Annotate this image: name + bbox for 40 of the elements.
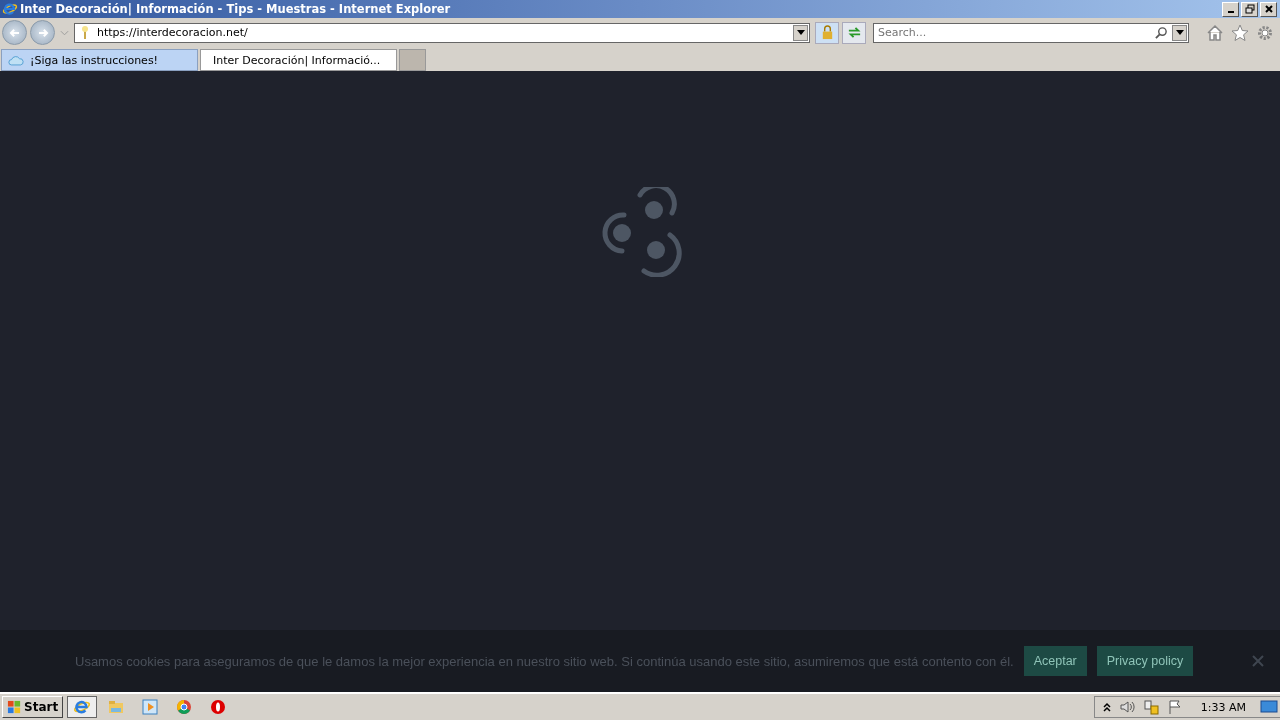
close-icon (1263, 4, 1274, 14)
policy-button[interactable]: Privacy policy (1096, 646, 1194, 676)
dropdown-button[interactable] (1172, 24, 1187, 41)
browser-logo-icon (2, 1, 18, 17)
cloud-icon (8, 53, 24, 67)
show-desktop-icon[interactable] (1260, 699, 1278, 715)
minimize-button[interactable] (1222, 1, 1239, 17)
windows-logo-icon (7, 699, 22, 715)
browser-taskbar-icon[interactable] (67, 696, 98, 718)
caret-icon (1175, 30, 1184, 35)
chevron-up-icon[interactable] (1102, 702, 1111, 712)
close-icon[interactable] (1252, 655, 1264, 667)
window-title: Inter Decoración| Información - Tips - Muestras - Internet Explorer (20, 2, 451, 16)
star-icon[interactable] (1231, 23, 1249, 42)
dropdown-button[interactable] (793, 24, 808, 41)
refresh-icon (846, 25, 862, 40)
search-icon[interactable] (1155, 26, 1168, 39)
browser-tab[interactable]: ¡Siga las instrucciones! (1, 49, 198, 71)
accept-button[interactable]: Aceptar (1023, 646, 1087, 676)
address-field[interactable]: https://interdecoracion.net/ (74, 22, 810, 43)
browser-tab[interactable]: Inter Decoración| Informació... (200, 49, 397, 71)
cookie-notice: Usamos cookies para aseguramos de que le damos la mejor experiencia en nuestro sitio web. Si continúa usando este sitio, asumiremos que está contento con él. (75, 653, 1014, 669)
minimize-icon (1227, 11, 1234, 13)
restore-button[interactable] (1241, 1, 1258, 17)
security-button[interactable] (815, 21, 839, 44)
restore-icon (1244, 4, 1255, 14)
start-button[interactable]: Start (2, 696, 64, 718)
caret-icon (796, 30, 805, 35)
settings-icon[interactable] (1256, 23, 1274, 42)
flag-icon[interactable] (1166, 699, 1183, 715)
site-icon (81, 24, 89, 41)
speaker-icon[interactable] (1118, 699, 1135, 715)
home-icon[interactable] (1206, 23, 1224, 42)
back-button[interactable] (2, 20, 27, 45)
search-box[interactable]: Search... (873, 22, 1189, 43)
clock[interactable]: 1:33 AM (1200, 700, 1246, 714)
network-warning-icon[interactable] (1142, 699, 1159, 715)
refresh-button[interactable] (842, 21, 866, 44)
close-button[interactable] (1260, 1, 1277, 17)
forward-button[interactable] (30, 20, 55, 45)
